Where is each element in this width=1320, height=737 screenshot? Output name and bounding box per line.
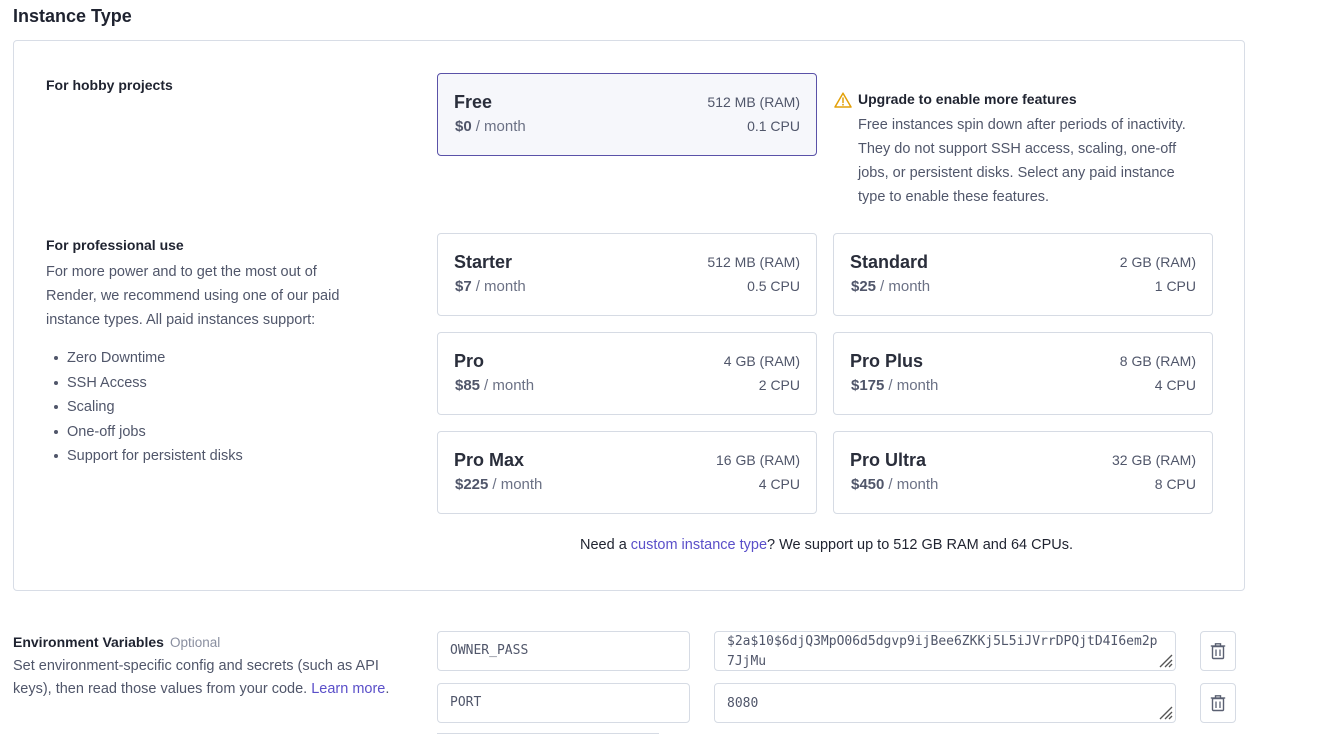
env-value-input[interactable]: 8080 [714, 683, 1176, 723]
bullet-icon [54, 405, 58, 410]
bullet-icon [54, 454, 58, 459]
professional-label: For professional use [46, 237, 184, 253]
trash-icon [1210, 695, 1226, 712]
instance-price: $450 [851, 476, 885, 493]
instance-cpu: 1 CPU [1154, 278, 1196, 294]
instance-price: $0 [455, 118, 472, 135]
instance-card-pro-ultra[interactable]: Pro Ultra $450/ month 32 GB (RAM) 8 CPU [833, 431, 1213, 514]
instance-cpu: 0.1 CPU [747, 118, 800, 134]
custom-note-prefix: Need a [580, 537, 631, 553]
instance-price-row: $175/ month [851, 377, 938, 394]
instance-price-period: / month [888, 377, 939, 394]
instance-price-period: / month [888, 476, 939, 493]
instance-price: $175 [851, 377, 885, 394]
instance-price-period: / month [484, 377, 535, 394]
benefit-text: One-off jobs [67, 423, 146, 440]
instance-ram: 8 GB (RAM) [1119, 353, 1196, 369]
env-key-input[interactable]: OWNER_PASS [437, 631, 690, 671]
warning-triangle-icon [834, 92, 852, 108]
env-key-input-partial[interactable] [437, 733, 659, 737]
instance-price-period: / month [492, 476, 543, 493]
instance-price-period: / month [880, 278, 931, 295]
instance-price-row: $450/ month [851, 476, 938, 493]
bullet-icon [54, 429, 58, 434]
instance-name: Pro Max [454, 450, 525, 470]
instance-card-starter[interactable]: Starter $7/ month 512 MB (RAM) 0.5 CPU [437, 233, 817, 316]
instance-card-standard[interactable]: Standard $25/ month 2 GB (RAM) 1 CPU [833, 233, 1213, 316]
instance-type-panel: For hobby projects Free $0/ month 512 MB… [13, 40, 1245, 591]
instance-ram: 32 GB (RAM) [1111, 452, 1196, 468]
env-value-text: $2a$10$6djQ3MpO06d5dgvp9ijBee6ZKKj5L5iJV… [727, 634, 1158, 669]
instance-price-period: / month [475, 278, 526, 295]
instance-card-free[interactable]: Free $0/ month 512 MB (RAM) 0.1 CPU [437, 73, 817, 156]
instance-price-row: $0/ month [455, 118, 526, 135]
page: Instance Type For hobby projects Free $0… [0, 0, 1320, 737]
benefit-item: Zero Downtime [54, 346, 243, 371]
custom-note-suffix: ? We support up to 512 GB RAM and 64 CPU… [767, 537, 1074, 553]
instance-cpu: 2 CPU [758, 377, 800, 393]
instance-cpu: 8 CPU [1154, 476, 1196, 492]
benefit-text: Support for persistent disks [67, 448, 243, 464]
benefit-text: SSH Access [67, 374, 147, 391]
bullet-icon [54, 356, 58, 361]
instance-name: Pro [454, 351, 485, 371]
instance-ram: 2 GB (RAM) [1119, 254, 1196, 270]
instance-card-pro-max[interactable]: Pro Max $225/ month 16 GB (RAM) 4 CPU [437, 431, 817, 514]
instance-price: $7 [455, 278, 472, 295]
instance-price: $25 [851, 278, 877, 295]
instance-ram: 512 MB (RAM) [707, 94, 800, 110]
benefit-item: SSH Access [54, 371, 243, 396]
instance-card-pro[interactable]: Pro $85/ month 4 GB (RAM) 2 CPU [437, 332, 817, 415]
delete-env-button[interactable] [1200, 631, 1236, 671]
instance-card-pro-plus[interactable]: Pro Plus $175/ month 8 GB (RAM) 4 CPU [833, 332, 1213, 415]
env-vars-title-text: Environment Variables [13, 634, 164, 650]
benefit-text: Scaling [67, 399, 115, 415]
hobby-label: For hobby projects [46, 77, 173, 93]
optional-tag: Optional [169, 635, 221, 650]
instance-price-row: $25/ month [851, 278, 930, 295]
instance-price-row: $225/ month [455, 476, 542, 493]
resize-handle-icon[interactable] [1156, 703, 1174, 721]
env-vars-description: Set environment-specific config and secr… [13, 655, 403, 701]
env-desc-suffix: . [385, 681, 390, 697]
instance-name: Free [454, 92, 493, 112]
upgrade-title: Upgrade to enable more features [858, 91, 1077, 107]
custom-instance-note: Need a custom instance type? We support … [580, 537, 1073, 553]
section-title: Instance Type [13, 6, 132, 26]
professional-description: For more power and to get the most out o… [46, 264, 340, 328]
instance-price-row: $7/ month [455, 278, 526, 295]
upgrade-body: Free instances spin down after periods o… [858, 117, 1186, 205]
env-key-input[interactable]: PORT [437, 683, 690, 723]
benefits-list: Zero Downtime SSH Access Scaling One-off… [54, 346, 243, 469]
instance-name: Starter [454, 252, 513, 272]
instance-ram: 512 MB (RAM) [707, 254, 800, 270]
trash-icon [1210, 643, 1226, 660]
benefit-item: Scaling [54, 395, 243, 420]
custom-instance-link[interactable]: custom instance type [631, 537, 767, 553]
benefit-text: Zero Downtime [67, 350, 166, 366]
bullet-icon [54, 380, 58, 385]
resize-handle-icon[interactable] [1156, 651, 1174, 669]
benefit-item: Support for persistent disks [54, 444, 243, 469]
env-vars-title: Environment Variables Optional [13, 634, 220, 650]
instance-price-period: / month [475, 118, 526, 135]
instance-cpu: 4 CPU [1154, 377, 1196, 393]
env-value-text: 8080 [727, 696, 759, 711]
learn-more-link[interactable]: Learn more [311, 681, 385, 697]
instance-name: Pro Ultra [850, 450, 927, 470]
instance-ram: 16 GB (RAM) [715, 452, 800, 468]
instance-price: $225 [455, 476, 489, 493]
instance-price-row: $85/ month [455, 377, 534, 394]
benefit-item: One-off jobs [54, 420, 243, 445]
delete-env-button[interactable] [1200, 683, 1236, 723]
env-value-input[interactable]: $2a$10$6djQ3MpO06d5dgvp9ijBee6ZKKj5L5iJV… [714, 631, 1176, 671]
instance-name: Pro Plus [850, 351, 924, 371]
instance-name: Standard [850, 252, 929, 272]
instance-cpu: 4 CPU [758, 476, 800, 492]
instance-cpu: 0.5 CPU [747, 278, 800, 294]
instance-price: $85 [455, 377, 481, 394]
instance-ram: 4 GB (RAM) [723, 353, 800, 369]
